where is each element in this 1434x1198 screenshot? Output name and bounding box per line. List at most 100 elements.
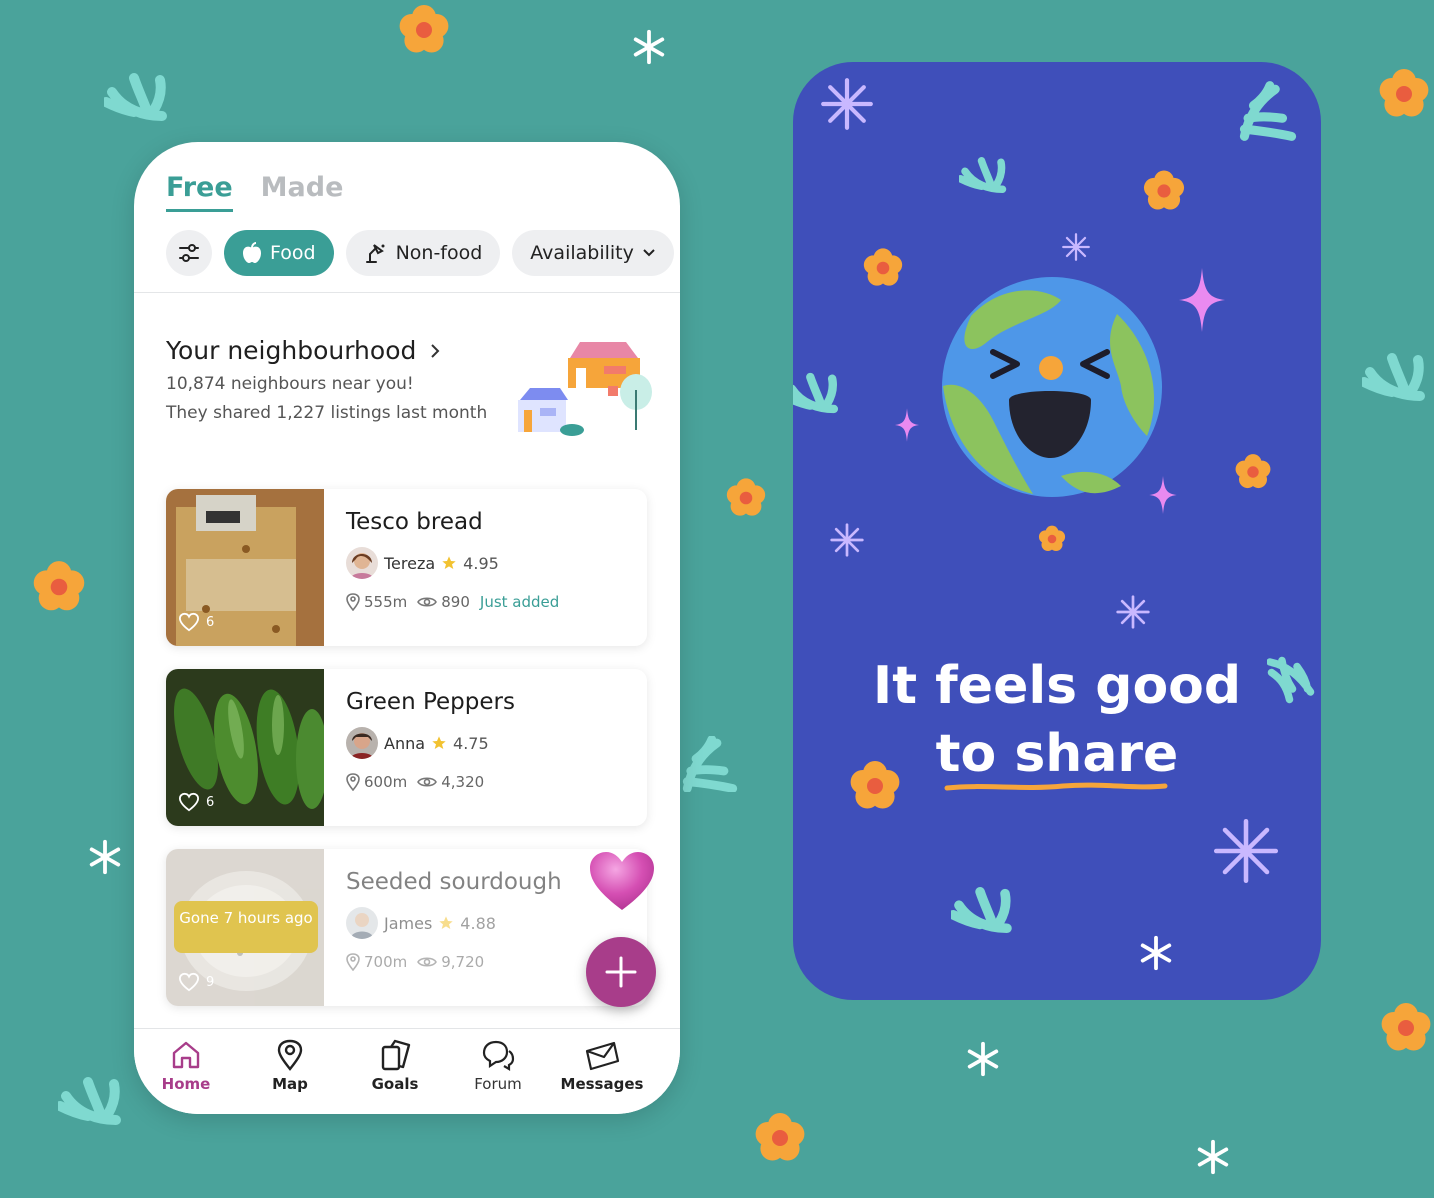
plus-icon <box>605 956 637 988</box>
nav-forum-label: Forum <box>474 1075 522 1093</box>
sparkle-icon <box>821 78 873 130</box>
bottom-nav: Home Map Goals Forum Messages <box>134 1028 680 1114</box>
neighbourhood-title: Your neighbourhood <box>166 336 417 365</box>
listing-photo: 6 <box>166 669 324 826</box>
sparkle-icon <box>1116 595 1150 629</box>
flower-icon <box>1381 1003 1431 1051</box>
nav-map[interactable]: Map <box>240 1039 340 1093</box>
listing-title: Tesco bread <box>346 509 483 535</box>
add-listing-button[interactable] <box>586 937 656 1007</box>
listing-status: Just added <box>479 593 560 611</box>
eye-icon <box>417 597 438 607</box>
listing-title: Green Peppers <box>346 689 515 715</box>
nav-map-label: Map <box>272 1075 308 1093</box>
sparkle-icon <box>830 523 864 557</box>
sparkle-icon <box>1062 233 1090 261</box>
chat-bubbles-icon <box>482 1040 515 1071</box>
location-pin-icon <box>346 953 360 971</box>
avatar <box>346 547 378 579</box>
heart-outline-icon[interactable] <box>178 612 200 632</box>
chevron-down-icon <box>643 249 655 257</box>
user-rating: 4.95 <box>463 553 499 573</box>
listing-photo: 6 <box>166 489 324 646</box>
chip-availability[interactable]: Availability <box>512 230 674 276</box>
filter-settings-button[interactable] <box>166 230 212 276</box>
chip-food[interactable]: Food <box>224 230 334 276</box>
flower-icon <box>1143 170 1185 210</box>
lamp-icon <box>365 244 385 263</box>
sparkle-icon <box>1213 818 1279 884</box>
heart-outline-icon[interactable] <box>178 972 200 992</box>
chip-nonfood-label: Non-food <box>395 242 483 264</box>
chevron-right-icon <box>431 343 440 358</box>
leaf-icon <box>951 886 1012 934</box>
promo-line-1: It feels good <box>872 656 1242 716</box>
promo-card: It feels good to share <box>793 62 1321 1000</box>
sparkle-icon <box>1140 935 1172 971</box>
like-count: 6 <box>206 614 215 630</box>
phone-screen: Free Made Food Non-food Availability You… <box>134 142 680 1114</box>
nav-forum[interactable]: Forum <box>448 1039 548 1093</box>
location-pin-icon <box>346 593 360 611</box>
flower-icon <box>755 1113 805 1161</box>
leaf-icon <box>1362 353 1425 401</box>
promo-line-2: to share <box>935 724 1179 784</box>
leaf-icon <box>58 1077 121 1125</box>
houses-illustration <box>518 342 652 436</box>
leaf-icon <box>959 157 1007 193</box>
flower-icon <box>1235 454 1271 489</box>
sparkle-icon <box>967 1041 999 1077</box>
sparkle-icon <box>1197 1139 1229 1175</box>
nav-goals[interactable]: Goals <box>345 1039 445 1093</box>
gone-badge: Gone 7 hours ago <box>174 901 318 953</box>
star-icon <box>442 556 456 569</box>
chip-availability-label: Availability <box>530 242 634 264</box>
user-rating: 4.75 <box>453 733 489 753</box>
nav-messages-label: Messages <box>560 1075 644 1093</box>
flower-icon <box>863 248 903 286</box>
listing-card[interactable]: Gone 7 hours ago 9 Seeded sourdough Jame… <box>166 849 647 1006</box>
leaf-icon <box>793 372 839 414</box>
chip-nonfood[interactable]: Non-food <box>345 230 501 276</box>
user-name: Anna <box>384 733 426 753</box>
sparkle-icon <box>89 839 121 875</box>
nav-messages[interactable]: Messages <box>552 1039 652 1093</box>
chip-food-label: Food <box>270 242 316 264</box>
leaf-icon <box>1239 81 1297 141</box>
like-count: 6 <box>206 794 215 810</box>
user-name: Tereza <box>384 553 436 573</box>
flower-icon <box>399 5 449 53</box>
listing-views: 4,320 <box>441 773 485 791</box>
eye-icon <box>417 777 438 787</box>
eye-icon <box>417 957 438 967</box>
avatar <box>346 907 378 939</box>
star-icon <box>432 736 446 749</box>
tab-bar: Free Made <box>166 172 343 212</box>
promo-headline: It feels good to share <box>793 652 1321 788</box>
listing-distance: 700m <box>364 953 408 971</box>
leaf-icon <box>682 736 738 792</box>
nav-home[interactable]: Home <box>136 1039 236 1093</box>
star-sparkle-icon <box>1179 268 1225 332</box>
earth-character-illustration <box>942 277 1162 497</box>
tab-made[interactable]: Made <box>261 172 344 212</box>
user-rating: 4.88 <box>460 913 496 933</box>
map-pin-icon <box>277 1039 303 1071</box>
filter-chips: Food Non-food Availability <box>166 230 674 276</box>
sliders-icon <box>179 244 199 262</box>
heart-outline-icon[interactable] <box>178 792 200 812</box>
nav-goals-label: Goals <box>371 1075 419 1093</box>
listing-card[interactable]: 6 Tesco bread Tereza 4.95 555m 890 Just … <box>166 489 647 646</box>
tab-free[interactable]: Free <box>166 172 233 212</box>
listing-views: 890 <box>441 593 470 611</box>
heart-icon <box>590 852 654 910</box>
location-pin-icon <box>346 773 360 791</box>
avatar <box>346 727 378 759</box>
listing-card[interactable]: 6 Green Peppers Anna 4.75 600m 4,320 <box>166 669 647 826</box>
flower-icon <box>1379 69 1429 117</box>
listing-photo: Gone 7 hours ago 9 <box>166 849 324 1006</box>
leaf-icon <box>104 73 167 121</box>
cards-icon <box>381 1039 411 1071</box>
user-name: James <box>384 913 433 933</box>
envelope-icon <box>585 1041 620 1071</box>
